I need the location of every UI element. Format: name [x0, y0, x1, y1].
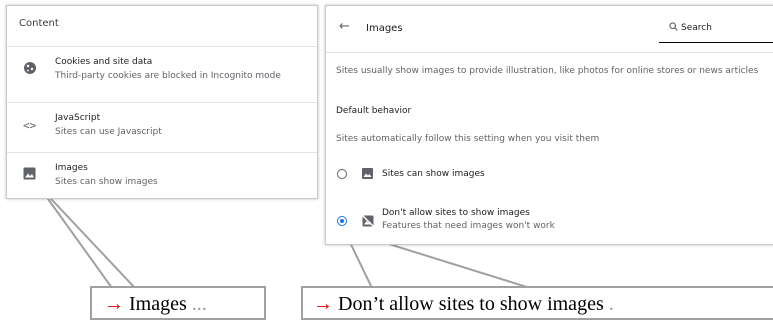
image-off-icon — [362, 215, 374, 227]
search-label: Search — [681, 23, 712, 33]
settings-item-title: Cookies and site data — [55, 57, 153, 67]
option-sublabel: Features that need images won't work — [382, 221, 555, 231]
image-icon — [23, 167, 39, 183]
settings-item-images[interactable]: Images Sites can show images — [7, 152, 317, 201]
search-icon — [669, 22, 678, 34]
content-settings-panel: Content Cookies and site data Third-part… — [6, 5, 318, 199]
default-behavior-heading: Default behavior — [336, 106, 412, 116]
option-label: Sites can show images — [382, 169, 485, 179]
option-label: Don't allow sites to show images — [382, 208, 530, 218]
page-description: Sites usually show images to provide ill… — [336, 66, 759, 76]
arrow-left-icon[interactable]: ← — [339, 19, 350, 34]
code-icon: <> — [23, 119, 37, 132]
settings-item-subtitle: Sites can use Javascript — [55, 127, 162, 137]
settings-item-subtitle: Third-party cookies are blocked in Incog… — [55, 71, 281, 81]
callout-label: Images — [124, 293, 187, 315]
images-settings-panel: ← Images Search Sites usually show image… — [325, 5, 773, 245]
settings-item-title: JavaScript — [55, 113, 101, 123]
cookie-icon — [23, 61, 39, 77]
search-field[interactable]: Search — [659, 20, 773, 43]
images-callout: → Images ... — [90, 286, 266, 320]
default-behavior-subtext: Sites automatically follow this setting … — [336, 134, 600, 144]
callout-label: Don’t allow sites to show images — [333, 293, 604, 315]
callout-ellipsis: ... — [186, 293, 207, 315]
arrow-right-icon: → — [104, 293, 124, 315]
arrow-right-icon: → — [313, 293, 333, 315]
settings-item-javascript[interactable]: <> JavaScript Sites can use Javascript — [7, 102, 317, 151]
header-divider — [326, 52, 773, 53]
image-icon — [362, 168, 374, 180]
section-title: Content — [19, 18, 59, 29]
block-images-callout: → Don’t allow sites to show images . — [301, 286, 773, 320]
callout-ellipsis: . — [603, 293, 614, 315]
radio-block-images[interactable] — [337, 216, 347, 226]
settings-item-title: Images — [55, 163, 88, 173]
settings-item-cookies[interactable]: Cookies and site data Third-party cookie… — [7, 46, 317, 95]
page-title: Images — [366, 23, 403, 34]
settings-item-subtitle: Sites can show images — [55, 177, 158, 187]
radio-allow-images[interactable] — [337, 169, 347, 179]
